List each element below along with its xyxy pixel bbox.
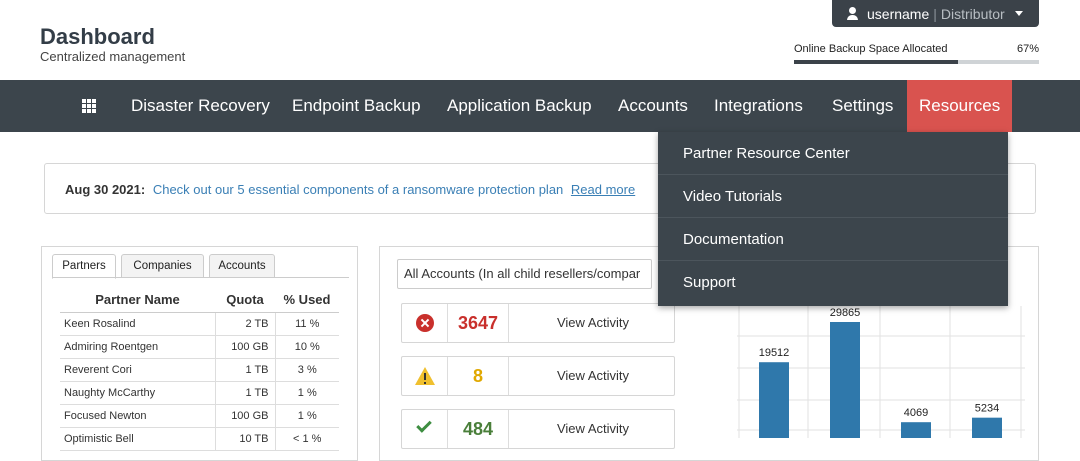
table-row[interactable]: Optimistic Bell 10 TB < 1 %: [60, 427, 339, 451]
announcement-date: Aug 30 2021:: [65, 182, 146, 197]
partner-used: 11 %: [274, 312, 339, 336]
table-row[interactable]: Keen Rosalind 2 TB 11 %: [60, 312, 339, 336]
partner-used: < 1 %: [274, 427, 339, 451]
apps-grid-icon[interactable]: [82, 99, 96, 113]
chart-data-label: 5234: [975, 403, 999, 415]
column-partner-name[interactable]: Partner Name: [60, 288, 215, 313]
success-count: 484: [448, 410, 509, 448]
nav-resources[interactable]: Resources: [907, 80, 1013, 132]
column-quota[interactable]: Quota: [215, 288, 275, 313]
tab-accounts[interactable]: Accounts: [209, 254, 275, 278]
menu-item-documentation[interactable]: Documentation: [658, 218, 1008, 261]
nav-disaster-recovery[interactable]: Disaster Recovery: [131, 80, 270, 132]
error-count: 3647: [448, 304, 509, 342]
view-activity-errors-button[interactable]: View Activity: [510, 304, 676, 342]
warning-count: 8: [448, 357, 509, 395]
table-row[interactable]: Admiring Roentgen 100 GB 10 %: [60, 335, 339, 359]
announcement-text[interactable]: Check out our 5 essential components of …: [153, 182, 563, 197]
chart-bar[interactable]: [901, 422, 931, 438]
partner-quota: 10 TB: [214, 427, 275, 451]
table-row[interactable]: Focused Newton 100 GB 1 %: [60, 404, 339, 428]
view-activity-success-button[interactable]: View Activity: [510, 410, 676, 448]
backup-space-fill: [794, 60, 959, 64]
success-stat: 484 View Activity: [401, 409, 675, 449]
backup-space-percent: 67%: [1016, 43, 1039, 55]
nav-accounts[interactable]: Accounts: [618, 80, 688, 132]
resources-dropdown: Partner Resource Center Video Tutorials …: [658, 132, 1008, 306]
tab-partners[interactable]: Partners: [52, 254, 116, 279]
nav-endpoint-backup[interactable]: Endpoint Backup: [292, 80, 421, 132]
warning-stat: 8 View Activity: [401, 356, 675, 396]
user-separator: |: [933, 5, 937, 22]
chart-data-label: 19512: [759, 347, 790, 359]
check-icon: [416, 417, 432, 433]
backup-space-bar: [794, 60, 1039, 64]
chart-bar[interactable]: [830, 322, 860, 438]
user-name: username: [867, 5, 930, 22]
table-header-row: Partner Name Quota % Used: [60, 288, 339, 313]
tab-companies[interactable]: Companies: [121, 254, 204, 278]
partners-tabs: Partners Companies Accounts: [52, 254, 352, 279]
view-activity-warnings-button[interactable]: View Activity: [510, 357, 676, 395]
error-stat: 3647 View Activity: [401, 303, 675, 343]
partner-used: 1 %: [274, 404, 339, 428]
partner-name[interactable]: Admiring Roentgen: [60, 335, 215, 359]
nav-settings[interactable]: Settings: [832, 80, 893, 132]
partners-table: Partner Name Quota % Used Keen Rosalind …: [60, 288, 339, 451]
account-filter-select[interactable]: All Accounts (In all child resellers/com…: [397, 259, 652, 289]
chart-data-label: 29865: [830, 307, 861, 319]
partner-name[interactable]: Optimistic Bell: [60, 427, 215, 451]
partner-used: 1 %: [274, 381, 339, 405]
user-menu[interactable]: username | Distributor: [832, 0, 1039, 27]
error-icon: [416, 314, 434, 332]
nav-integrations[interactable]: Integrations: [714, 80, 803, 132]
backup-space-label: Online Backup Space Allocated: [794, 43, 948, 55]
partner-quota: 1 TB: [214, 381, 275, 405]
partner-quota: 1 TB: [214, 358, 275, 382]
nav-application-backup[interactable]: Application Backup: [447, 80, 592, 132]
activity-bar-chart: 19512 29865 4069 5234: [737, 306, 1025, 438]
caret-down-icon: [1014, 11, 1023, 16]
partner-quota: 100 GB: [214, 404, 275, 428]
menu-item-partner-resource-center[interactable]: Partner Resource Center: [658, 132, 1008, 175]
partner-quota: 2 TB: [214, 312, 275, 336]
partner-name[interactable]: Naughty McCarthy: [60, 381, 215, 405]
table-row[interactable]: Naughty McCarthy 1 TB 1 %: [60, 381, 339, 405]
partner-used: 3 %: [274, 358, 339, 382]
partner-used: 10 %: [274, 335, 339, 359]
user-icon: [846, 6, 860, 21]
chart-data-label: 4069: [904, 407, 928, 419]
chart-bar[interactable]: [759, 362, 789, 438]
main-nav: Disaster Recovery Endpoint Backup Applic…: [0, 80, 1080, 132]
partner-name[interactable]: Keen Rosalind: [60, 312, 215, 336]
page-subtitle: Centralized management: [40, 49, 186, 64]
partner-name[interactable]: Reverent Cori: [60, 358, 215, 382]
menu-item-video-tutorials[interactable]: Video Tutorials: [658, 175, 1008, 218]
menu-item-support[interactable]: Support: [658, 261, 1008, 304]
partner-name[interactable]: Focused Newton: [60, 404, 215, 428]
bar-chart-svg: 19512 29865 4069 5234: [737, 306, 1025, 438]
chart-bar[interactable]: [972, 417, 1002, 438]
partner-quota: 100 GB: [214, 335, 275, 359]
user-role: Distributor: [940, 5, 1005, 22]
page-title: Dashboard: [40, 24, 155, 49]
column-percent-used[interactable]: % Used: [275, 288, 339, 313]
read-more-link[interactable]: Read more: [571, 182, 635, 197]
tab-divider: [52, 277, 349, 278]
table-row[interactable]: Reverent Cori 1 TB 3 %: [60, 358, 339, 382]
